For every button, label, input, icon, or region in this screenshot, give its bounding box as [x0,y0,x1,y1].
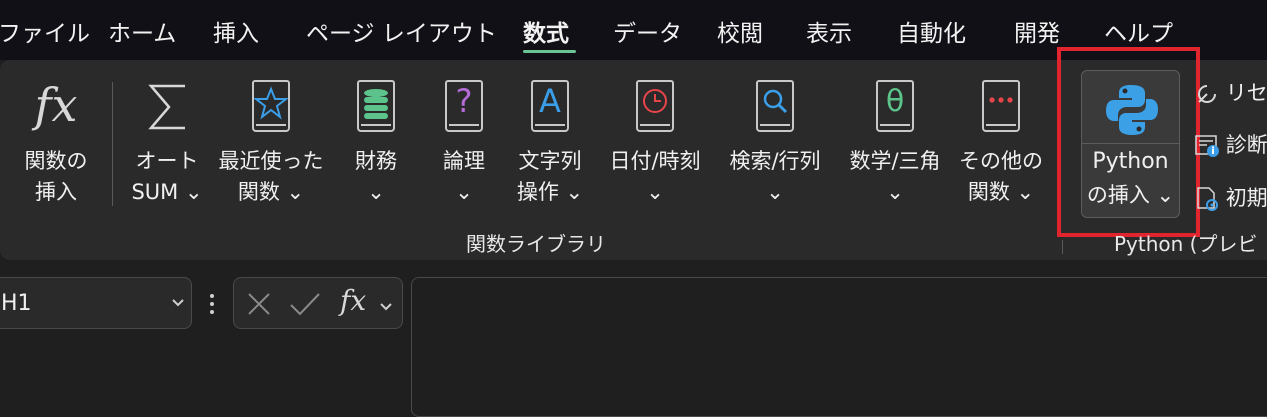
text-label-1: 文字列 [518,149,582,173]
star-book-icon [252,80,290,132]
lookup-reference-label-1: 検索/行列 [729,149,821,173]
tab-review[interactable]: 校閲 [717,14,763,48]
tab-view[interactable]: 表示 [806,14,852,48]
date-time-label-1: 日付/時刻 [609,149,701,173]
more-functions-button[interactable]: その他の 関数 ⌄ [958,70,1044,220]
reset-icon [1195,82,1219,106]
init-icon [1195,186,1219,212]
logical-label-1: 論理 [443,149,485,173]
text-button[interactable]: A 文字列 操作 ⌄ [510,70,590,220]
math-trig-label-1: 数学/三角 [849,149,941,173]
logical-button[interactable]: ? 論理 ⌄ [426,70,502,220]
chevron-down-icon[interactable] [379,297,393,316]
group-separator [1062,240,1063,254]
fx-icon: fx [34,78,78,132]
insert-function-fx-icon[interactable]: fx [340,284,366,317]
logical-label-2: ⌄ [455,180,473,204]
tab-help[interactable]: ヘルプ [1104,14,1173,48]
chevron-down-icon[interactable] [171,293,185,312]
tab-page-layout[interactable]: ページ レイアウト [306,14,497,48]
autosum-button[interactable]: オート SUM ⌄ [124,70,210,220]
name-box[interactable]: H1 [0,277,192,329]
initialization-label: 初期 [1225,186,1267,210]
lookup-reference-label-2: ⌄ [766,180,784,204]
autosum-label-2: SUM ⌄ [131,180,203,204]
sigma-icon [145,80,189,138]
formula-controls: fx [233,277,403,329]
magnifier-book-icon [756,80,794,132]
ribbon-separator [112,82,113,206]
coins-book-icon [357,80,395,132]
lookup-reference-button[interactable]: 検索/行列 ⌄ [720,70,830,220]
clock-book-icon [636,80,674,132]
tab-formulas[interactable]: 数式 [523,14,569,48]
tab-file[interactable]: ファイル [0,14,90,48]
tab-insert[interactable]: 挿入 [213,14,259,48]
tab-developer[interactable]: 開発 [1014,14,1060,48]
diagnostics-label: 診断 [1225,133,1267,157]
question-book-icon: ? [445,80,483,132]
insert-function-label-1: 関数の [24,149,88,173]
tab-automate[interactable]: 自動化 [897,14,966,48]
reset-button[interactable]: リセ [1195,77,1267,107]
dots-book-icon [982,80,1020,132]
financial-label-1: 財務 [355,149,397,173]
recently-used-label-2: 関数 ⌄ [237,180,305,204]
formula-input[interactable] [411,277,1267,417]
financial-button[interactable]: 財務 ⌄ [338,70,414,220]
highlight-box [1057,47,1200,237]
date-time-label-2: ⌄ [646,180,664,204]
math-trig-button[interactable]: θ 数学/三角 ⌄ [840,70,950,220]
check-icon[interactable] [289,291,321,321]
more-vertical-icon[interactable] [209,292,215,316]
math-trig-label-2: ⌄ [886,180,904,204]
tab-home[interactable]: ホーム [108,14,176,48]
theta-book-icon: θ [876,80,914,132]
more-functions-label-2: 関数 ⌄ [967,180,1035,204]
reset-label: リセ [1225,81,1267,105]
diagnostics-button[interactable]: 診断 [1195,129,1267,159]
autosum-label-1: オート [135,149,199,173]
insert-function-label-2: 挿入 [35,180,77,204]
recently-used-button[interactable]: 最近使った 関数 ⌄ [216,70,326,220]
date-time-button[interactable]: 日付/時刻 ⌄ [600,70,710,220]
text-label-2: 操作 ⌄ [516,180,584,204]
text-book-icon: A [531,80,569,132]
insert-function-button[interactable]: fx 関数の 挿入 [18,70,94,220]
active-tab-indicator [523,50,576,53]
python-group-label: Python (プレビ [1114,232,1258,256]
x-icon[interactable] [246,291,272,321]
function-library-group-label: 関数ライブラリ [466,232,606,256]
diagnostics-icon [1195,133,1219,159]
name-box-value: H1 [1,291,32,316]
financial-label-2: ⌄ [367,180,385,204]
initialization-button[interactable]: 初期 [1195,182,1267,212]
recently-used-label-1: 最近使った [218,149,324,173]
tab-data[interactable]: データ [613,14,682,48]
more-functions-label-1: その他の [959,149,1043,173]
